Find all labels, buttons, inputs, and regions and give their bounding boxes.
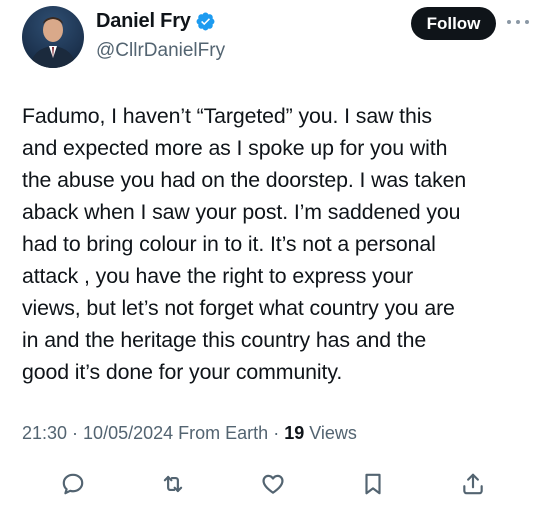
avatar[interactable]	[22, 6, 84, 68]
tweet-text: Fadumo, I haven’t “Targeted” you. I saw …	[22, 104, 467, 384]
tweet-source: From Earth	[178, 423, 269, 443]
author-display-name[interactable]: Daniel Fry	[96, 10, 191, 33]
views-count: 19	[284, 423, 305, 443]
tweet-actions-bar	[0, 463, 553, 503]
more-horizontal-icon[interactable]	[507, 18, 529, 26]
share-icon[interactable]	[458, 469, 488, 499]
meta-separator: ·	[268, 423, 285, 443]
tweet-metadata: 21:30 · 10/05/2024 From Earth · 19 Views	[22, 423, 357, 444]
bookmark-icon[interactable]	[358, 469, 388, 499]
tweet-time[interactable]: 21:30	[22, 423, 67, 444]
views-label: Views	[309, 423, 357, 443]
profile-photo	[30, 17, 76, 68]
author-handle[interactable]: @CllrDanielFry	[96, 40, 225, 62]
follow-button[interactable]: Follow	[411, 7, 496, 40]
like-icon[interactable]	[258, 469, 288, 499]
author-name-row: Daniel Fry	[96, 10, 216, 33]
tweet-header: Daniel Fry @CllrDanielFry Follow	[0, 0, 553, 80]
reply-icon[interactable]	[58, 469, 88, 499]
retweet-icon[interactable]	[158, 469, 188, 499]
tweet-date[interactable]: 10/05/2024	[83, 423, 173, 444]
verified-badge-icon	[195, 11, 216, 32]
meta-separator: ·	[67, 423, 84, 443]
